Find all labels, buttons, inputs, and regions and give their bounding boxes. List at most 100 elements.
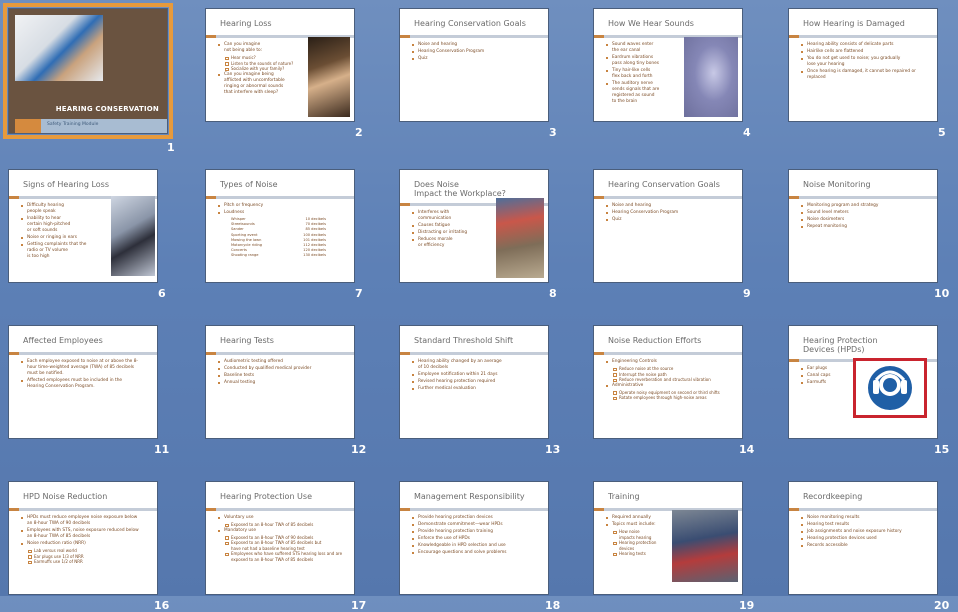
slide-thumbnail[interactable]: Does Noise Impact the Workplace? Interfer… (399, 169, 549, 283)
slide-number: 6 (158, 287, 166, 300)
slide-thumbnail[interactable]: Hearing Conservation Goals Noise and hear… (399, 8, 549, 122)
bullet-item: Conducted by qualified medical provider (218, 366, 348, 372)
slide-thumbnail[interactable]: Training Required annually Topics must inc… (593, 481, 743, 595)
slide-thumbnail[interactable]: How We Hear Sounds Sound waves enter the … (593, 8, 743, 122)
slide-thumbnail[interactable]: Hearing Protection Use Voluntary use Expos… (205, 481, 355, 595)
decibel-table: Whisper 10 decibels Streetsounds 70 decibel… (218, 217, 348, 259)
slide-thumbnail[interactable]: Hearing Tests Audiometric testing offered… (205, 325, 355, 439)
title-rule-accent (594, 352, 604, 355)
slide-thumbnail[interactable]: Noise Monitoring Monitoring program and s… (788, 169, 938, 283)
slide-title: Does Noise Impact the Workplace? (414, 180, 506, 198)
subtitle-band: Safety Training Module (41, 119, 167, 133)
phone-hand-photo (111, 196, 155, 276)
slide-number: 18 (545, 599, 561, 612)
slide-body: Provide hearing protection devices Demons… (412, 515, 542, 557)
title-rule-accent (206, 508, 216, 511)
bullet-item: Annual testing (218, 380, 348, 386)
bullet-item: HPDs must reduce employee noise exposure… (21, 515, 151, 527)
title-rule-accent (9, 508, 19, 511)
slide-title: Noise Monitoring (803, 180, 871, 189)
bullet-item: Noise and hearing (412, 42, 542, 48)
slide-title: Hearing Conservation Goals (414, 19, 526, 28)
slide-body: Sound waves enter the ear canal Eardrum v… (606, 42, 690, 106)
bullet-item: Provide hearing protection devices (412, 515, 542, 521)
slide-title: Hearing Tests (220, 336, 274, 345)
slide-thumbnail[interactable]: Management Responsibility Provide hearing… (399, 481, 549, 595)
slide-title: Affected Employees (23, 336, 103, 345)
bullet-item: Hairlike cells are flattened (801, 49, 931, 55)
slide-title: Signs of Hearing Loss (23, 180, 110, 189)
title-rule (400, 352, 548, 355)
slide-number: 15 (934, 443, 950, 456)
bullet-item: Noise dosimeters (801, 217, 931, 223)
ear-photo (684, 37, 738, 117)
bullet-item: Sound level meters (801, 210, 931, 216)
slide-thumbnail[interactable]: Hearing Conservation Goals Noise and hear… (593, 169, 743, 283)
title-rule-accent (789, 508, 799, 511)
slide-body: Pitch or frequency Loudness Whisper 10 deci… (218, 203, 348, 259)
violin-photo (308, 37, 350, 117)
slide-number: 16 (154, 599, 170, 612)
construction-workers-photo (496, 198, 544, 278)
title-rule-accent (594, 508, 604, 511)
slide-sorter-view: HEARING CONSERVATION Safety Training Modu… (0, 0, 958, 612)
slide-thumbnail[interactable]: Affected Employees Each employee exposed … (8, 325, 158, 439)
bullet-item: Records accessible (801, 543, 931, 549)
slide-number: 12 (351, 443, 367, 456)
slide-body: Monitoring program and strategy Sound lev… (801, 203, 931, 231)
title-rule (594, 196, 742, 199)
bullet-item: Further medical evaluation (412, 386, 542, 392)
noise-source: Shooting range (231, 253, 259, 258)
slide-thumbnail[interactable]: Hearing Loss Can you imagine not being ab… (205, 8, 355, 122)
slide-title: Hearing Protection Devices (HPDs) (803, 336, 878, 354)
bullet-item: Voluntary use (218, 515, 348, 521)
bullet-item: Administrative (606, 383, 736, 389)
slide-title: Training (608, 492, 640, 501)
slide-thumbnail[interactable]: Noise Reduction Efforts Engineering Contr… (593, 325, 743, 439)
slide-thumbnail[interactable]: Hearing Protection Devices (HPDs) Ear plu… (788, 325, 938, 439)
bullet-item: Repeat monitoring (801, 224, 931, 230)
slide-thumbnail[interactable]: How Hearing is Damaged Hearing ability co… (788, 8, 938, 122)
bullet-item: Quiz (412, 56, 542, 62)
bullet-item: Enforce the use of HPDs (412, 536, 542, 542)
slide-title: How We Hear Sounds (608, 19, 694, 28)
slide-thumbnail[interactable]: Signs of Hearing Loss Difficulty hearing … (8, 169, 158, 283)
slide-number: 3 (549, 126, 557, 139)
title-rule (789, 508, 937, 511)
slide-number: 10 (934, 287, 950, 300)
bullet-item: Hearing ability changed by an average of… (412, 359, 542, 371)
slide-title: HPD Noise Reduction (23, 492, 108, 501)
slide-thumbnail[interactable]: Standard Threshold Shift Hearing ability … (399, 325, 549, 439)
title-rule-accent (789, 359, 799, 362)
sub-bullet-item: Employees who have suffered STS hearing … (218, 551, 348, 562)
title-rule (9, 508, 157, 511)
slide-body: Hearing ability changed by an average of… (412, 359, 542, 393)
title-rule (9, 352, 157, 355)
slide-number: 13 (545, 443, 561, 456)
bullet-item: The auditory nerve sends signals that ar… (606, 81, 690, 105)
slide-thumbnail[interactable]: Types of Noise Pitch or frequency Loudness… (205, 169, 355, 283)
title-rule (206, 196, 354, 199)
sub-bullet-item: Rotate employees through high-noise area… (606, 395, 736, 401)
slide-thumbnail[interactable]: HPD Noise Reduction HPDs must reduce empl… (8, 481, 158, 595)
slide-body: Audiometric testing offered Conducted by … (218, 359, 348, 387)
slide-number: 17 (351, 599, 367, 612)
slide-number: 9 (743, 287, 751, 300)
bullet-item: Job assignments and noise exposure histo… (801, 529, 931, 535)
slide-thumbnail[interactable]: Recordkeeping Noise monitoring results Hea… (788, 481, 938, 595)
hearing-protection-sign-icon (853, 358, 927, 418)
bullet-item: Revised hearing protection required (412, 379, 542, 385)
slide-number: 8 (549, 287, 557, 300)
slide-number: 4 (743, 126, 751, 139)
slide-number: 7 (355, 287, 363, 300)
title-rule-accent (789, 196, 799, 199)
title-rule-accent (9, 196, 19, 199)
bullet-item: Encourage questions and solve problems (412, 550, 542, 556)
worker-with-earmuffs-photo (15, 15, 103, 81)
slide-body: Noise and hearing Hearing Conservation Pr… (606, 203, 736, 224)
title-accent-bar (15, 119, 41, 133)
bullet-item: Can you imagine being afflicted with unc… (218, 72, 302, 96)
slide-title: Hearing Loss (220, 19, 272, 28)
slide-thumbnail[interactable]: HEARING CONSERVATION Safety Training Modu… (3, 3, 173, 139)
slide-number: 1 (167, 141, 175, 154)
